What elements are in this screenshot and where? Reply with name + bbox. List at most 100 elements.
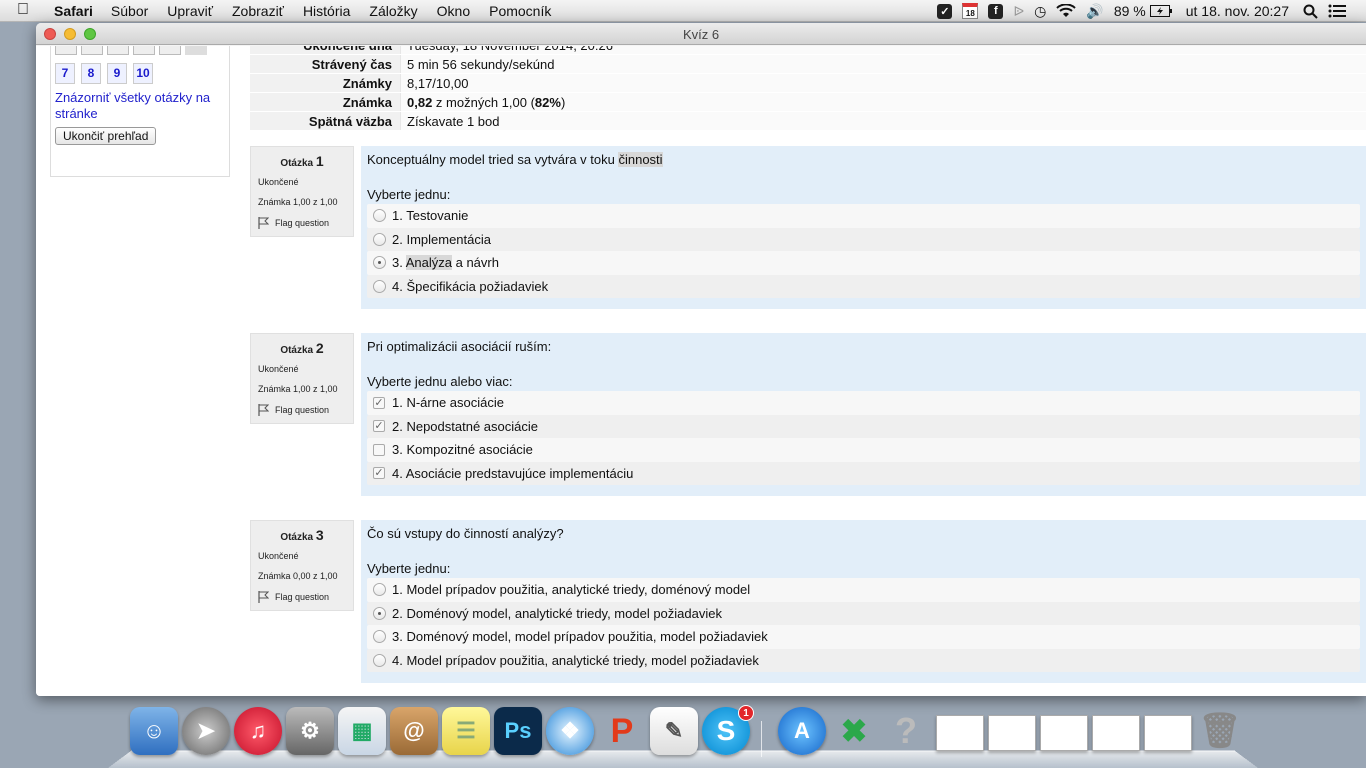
notes-icon[interactable]: ☰ — [442, 707, 490, 755]
flag-question-button[interactable]: Flag question — [258, 217, 346, 229]
calendar-icon[interactable]: 18 — [962, 0, 979, 22]
question-nav-button[interactable] — [55, 46, 77, 55]
photoshop-icon[interactable]: Ps — [494, 707, 542, 755]
trash-icon[interactable]: 🗑 — [1196, 707, 1244, 755]
battery-icon[interactable] — [1149, 0, 1172, 22]
grade-close-paren: ) — [560, 95, 566, 110]
spotlight-search-icon[interactable] — [1303, 0, 1318, 22]
flag-icon — [258, 404, 269, 416]
summary-value: Tuesday, 18 November 2014, 20:26 — [400, 46, 1366, 54]
dock-separator — [761, 721, 762, 757]
question-nav-button[interactable] — [107, 46, 129, 55]
preview-icon[interactable]: ▦ — [338, 707, 386, 755]
show-all-questions-link[interactable]: Znázorniť všetky otázky na stránke — [55, 90, 225, 122]
answer-option[interactable]: 4. Model prípadov použitia, analytické t… — [367, 648, 1360, 672]
summary-row-feedback: Spätná väzba Získavate 1 bod — [250, 112, 1366, 131]
checkbox-checked[interactable]: ✓ — [373, 396, 385, 409]
app-store-icon[interactable]: A — [778, 707, 826, 755]
summary-row-grade: Známka 0,82 z možných 1,00 (82%) — [250, 93, 1366, 112]
menu-window[interactable]: Okno — [437, 3, 470, 19]
question-nav-button[interactable] — [185, 46, 207, 55]
answer-option[interactable]: 3. Doménový model, model prípadov použit… — [367, 625, 1360, 649]
flag-question-button[interactable]: Flag question — [258, 591, 346, 603]
minimized-window-thumbnail[interactable] — [988, 715, 1036, 751]
radio-button[interactable] — [373, 583, 386, 597]
checkbox-checked[interactable]: ✓ — [373, 420, 385, 433]
answer-text: 2. Doménový model, analytické triedy, mo… — [392, 605, 722, 621]
answer-option[interactable]: 1. Model prípadov použitia, analytické t… — [367, 578, 1360, 602]
question-grade: Známka 0,00 z 1,00 — [258, 571, 338, 581]
menu-view[interactable]: Zobraziť — [232, 3, 284, 19]
menu-file[interactable]: Súbor — [111, 3, 148, 19]
question-number: Otázka 1 — [280, 153, 324, 169]
shield-check-icon[interactable]: ✓ — [937, 0, 953, 22]
radio-button[interactable] — [373, 209, 386, 223]
answer-option-selected[interactable]: 3. Analýza a návrh — [367, 251, 1360, 275]
menu-app-safari[interactable]: Safari — [54, 3, 93, 19]
summary-label: Spätná väzba — [250, 112, 400, 130]
summary-value: Získavate 1 bod — [400, 112, 1366, 130]
minimized-window-thumbnail[interactable] — [1092, 715, 1140, 751]
answer-option[interactable]: 4. Špecifikácia požiadaviek — [367, 274, 1360, 298]
summary-label: Známky — [250, 74, 400, 92]
safari-icon[interactable]: ❖ — [546, 707, 594, 755]
minimized-window-thumbnail[interactable] — [1040, 715, 1088, 751]
answer-option-checked[interactable]: ✓ 2. Nepodstatné asociácie — [367, 414, 1360, 438]
summary-label: Strávený čas — [250, 55, 400, 73]
question-nav-button[interactable] — [81, 46, 103, 55]
wifi-icon[interactable] — [1056, 0, 1077, 22]
checkbox-checked[interactable]: ✓ — [373, 467, 385, 480]
radio-button[interactable] — [373, 630, 386, 644]
volume-icon[interactable]: 🔊 — [1086, 0, 1103, 22]
answer-option[interactable]: 2. Implementácia — [367, 227, 1360, 251]
radio-button-selected[interactable] — [373, 256, 386, 270]
question-nav-button-7[interactable]: 7 — [55, 63, 75, 84]
time-machine-icon[interactable]: ◷ — [1034, 0, 1046, 22]
radio-button[interactable] — [373, 232, 386, 246]
facebook-icon[interactable]: f — [988, 0, 1004, 22]
minimized-window-thumbnail[interactable] — [936, 715, 984, 751]
notification-center-icon[interactable] — [1328, 0, 1346, 22]
grade-value: 0,82 — [407, 95, 433, 110]
menu-edit[interactable]: Upraviť — [167, 3, 213, 19]
flag-question-button[interactable]: Flag question — [258, 404, 346, 416]
clock[interactable]: ut 18. nov. 20:27 — [1186, 0, 1289, 22]
window-titlebar[interactable]: Kvíz 6 — [36, 23, 1366, 45]
minimized-window-thumbnail[interactable] — [1144, 715, 1192, 751]
finish-review-button[interactable]: Ukončiť prehľad — [55, 127, 157, 145]
question-nav-button[interactable] — [159, 46, 181, 55]
skype-icon[interactable]: S1 — [702, 705, 754, 755]
answer-text: 4. Špecifikácia požiadaviek — [392, 278, 549, 294]
menu-bookmarks[interactable]: Záložky — [369, 3, 417, 19]
textedit-icon[interactable]: ✎ — [650, 707, 698, 755]
answer-option-selected[interactable]: 2. Doménový model, analytické triedy, mo… — [367, 601, 1360, 625]
itunes-icon[interactable]: ♫ — [234, 707, 282, 755]
answer-option-checked[interactable]: ✓ 1. N-árne asociácie — [367, 391, 1360, 415]
unknown-app-icon[interactable]: ? — [882, 707, 930, 755]
contacts-icon[interactable]: @ — [390, 707, 438, 755]
answer-option[interactable]: 1. Testovanie — [367, 204, 1360, 228]
radio-button-selected[interactable] — [373, 606, 386, 620]
system-preferences-icon[interactable]: ⚙ — [286, 707, 334, 755]
radio-button[interactable] — [373, 653, 386, 667]
answer-prompt: Vyberte jednu alebo viac: — [367, 374, 513, 389]
answer-option[interactable]: 3. Kompozitné asociácie — [367, 438, 1360, 462]
menu-help[interactable]: Pomocník — [489, 3, 551, 19]
checkbox[interactable] — [373, 443, 385, 456]
answer-text: 2. Nepodstatné asociácie — [392, 418, 538, 434]
battery-percent[interactable]: 89 % — [1114, 0, 1146, 22]
question-nav-button-8[interactable]: 8 — [81, 63, 101, 84]
finder-icon[interactable]: ☺ — [130, 707, 178, 755]
apple-menu-icon[interactable]:  — [17, 1, 29, 19]
question-nav-button-10[interactable]: 10 — [133, 63, 153, 84]
answer-option-checked[interactable]: ✓ 4. Asociácie predstavujúce implementáci… — [367, 461, 1360, 485]
question-nav-button-9[interactable]: 9 — [107, 63, 127, 84]
radio-button[interactable] — [373, 279, 386, 293]
crossover-icon[interactable]: ✖ — [830, 707, 878, 755]
question-nav-button[interactable] — [133, 46, 155, 55]
bluetooth-icon[interactable]: ᐉ — [1013, 0, 1024, 22]
dock: ☺ ➤ ♫ ⚙ ▦ @ ☰ Ps ❖ P ✎ S1 A ✖ ? 🗑 — [108, 701, 1258, 768]
wps-presentation-icon[interactable]: P — [598, 707, 646, 755]
menu-history[interactable]: História — [303, 3, 350, 19]
launchpad-icon[interactable]: ➤ — [182, 707, 230, 755]
